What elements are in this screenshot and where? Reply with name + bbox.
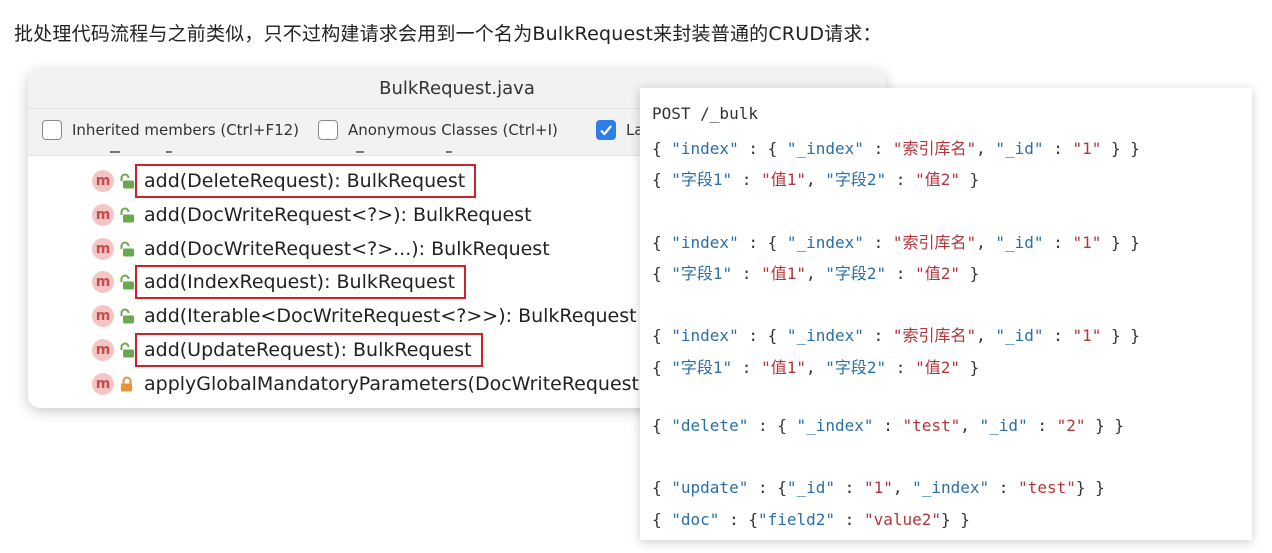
code-line: { "index" : { "_index" : "索引库名", "_id" :… [652,139,1140,159]
code-line: { "index" : { "_index" : "索引库名", "_id" :… [652,232,1140,252]
method-icon: m [92,339,114,361]
method-icon: m [92,237,114,260]
public-unlock-icon [120,173,134,189]
public-unlock-icon [120,241,134,257]
code-line: { "index" : { "_index" : "索引库名", "_id" :… [652,326,1140,346]
intro-text: 批处理代码流程与之前类似，只不过构建请求会用到一个名为BulkRequest来封… [14,23,882,45]
member-item[interactable]: m add(DocWriteRequest<?>...): BulkRequest [92,234,550,264]
anonymous-classes-option[interactable]: Anonymous Classes (Ctrl+I) [318,120,558,140]
code-line: { "doc" : {"field2" : "value2"} } [652,509,970,529]
anonymous-classes-checkbox[interactable] [318,120,338,140]
inherited-members-option[interactable]: Inherited members (Ctrl+F12) [42,120,299,140]
lambdas-option[interactable]: La [596,120,644,140]
member-signature: add(Iterable<DocWriteRequest<?>>): BulkR… [144,305,637,328]
inherited-members-checkbox[interactable] [42,120,62,140]
highlight-box [135,333,483,367]
lambdas-checkbox[interactable] [596,120,616,140]
inherited-members-label: Inherited members (Ctrl+F12) [72,121,300,139]
code-line: POST /_bulk [652,104,758,123]
private-lock-icon [121,376,132,392]
method-icon: m [92,170,114,192]
member-signature: add(DocWriteRequest<?>): BulkRequest [144,203,532,226]
member-item[interactable]: m add(Iterable<DocWriteRequest<?>>): Bulk… [92,301,637,331]
public-unlock-icon [120,342,134,358]
member-signature: add(DocWriteRequest<?>...): BulkRequest [144,237,550,260]
code-line: { "字段1" : "值1", "字段2" : "值2" } [652,170,980,190]
public-unlock-icon [120,274,134,290]
highlight-box [135,164,477,198]
bulk-request-code-block: POST /_bulk { "index" : { "_index" : "索引库… [640,88,1252,540]
code-line: { "字段1" : "值1", "字段2" : "值2" } [652,357,980,377]
code-line: { "delete" : { "_index" : "test", "_id" … [652,416,1125,435]
member-signature: applyGlobalMandatoryParameters(DocWriteR… [144,372,666,395]
check-icon [600,125,612,136]
clipped-row-remnant [110,151,452,153]
member-item[interactable]: m applyGlobalMandatoryParameters(DocWrite… [92,369,665,399]
highlight-box [135,265,467,300]
anonymous-classes-label: Anonymous Classes (Ctrl+I) [348,121,558,139]
public-unlock-icon [120,207,134,223]
code-line: { "update" : {"_id" : "1", "_index" : "t… [652,478,1105,498]
public-unlock-icon [120,308,134,324]
method-icon: m [92,372,114,395]
code-line: { "字段1" : "值1", "字段2" : "值2" } [652,264,980,283]
method-icon: m [92,271,114,294]
method-icon: m [92,203,114,226]
member-item[interactable]: m add(DocWriteRequest<?>): BulkRequest [92,200,532,230]
method-icon: m [92,305,114,328]
